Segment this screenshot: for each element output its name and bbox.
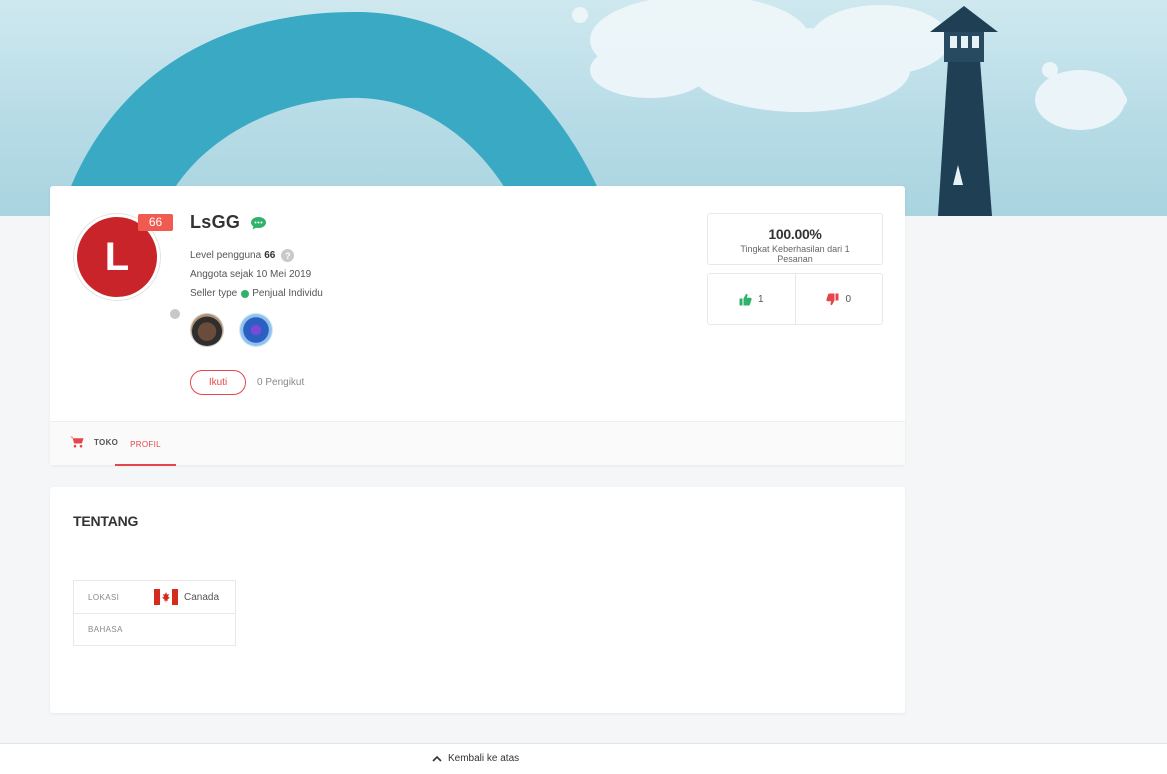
tab-profile[interactable]: PROFIL (115, 422, 176, 466)
question-icon[interactable]: ? (281, 249, 295, 262)
follow-button[interactable]: Ikuti (190, 370, 246, 395)
seller-type-value: Penjual Individu (252, 288, 323, 299)
user-level-line: Level pengguna 66 ? (190, 249, 295, 262)
tab-shop[interactable]: TOKO (70, 436, 118, 448)
language-label: BAHASA (88, 625, 123, 634)
about-card: TENTANG LOKASI Canada BAHASA (50, 487, 905, 713)
avatar-container: L 66 (74, 214, 182, 321)
page-footer: Kembali ke atas (0, 743, 1167, 774)
thumbs-down-cell: 0 (794, 274, 883, 324)
thumbs-up-count: 1 (757, 293, 764, 305)
seller-type-label: Seller type (190, 288, 238, 299)
seller-type-line: Seller type Penjual Individu (190, 288, 323, 299)
profile-card: L 66 LsGG Level pengguna 66 ? Anggota se… (50, 186, 905, 466)
back-to-top-link[interactable]: Kembali ke atas (432, 753, 519, 764)
level-badge: 66 (138, 214, 173, 231)
check-circle-icon (241, 289, 250, 298)
user-level-value: 66 (264, 250, 276, 261)
back-to-top-label: Kembali ke atas (448, 753, 520, 764)
chevron-up-icon (432, 755, 442, 762)
thumbs-down-icon (826, 293, 839, 305)
about-info-table: LOKASI Canada BAHASA (73, 580, 236, 646)
medal-icon-bronze[interactable] (191, 314, 223, 346)
success-rate-label: Tingkat Keberhasilan dari 1 Pesanan (740, 244, 850, 264)
canada-flag-icon (154, 589, 178, 605)
rating-box: 1 0 (707, 273, 883, 325)
language-row: BAHASA (74, 613, 235, 645)
location-label: LOKASI (88, 592, 120, 602)
username: LsGG (190, 212, 241, 232)
follower-count: 0 Pengikut (257, 377, 305, 388)
username-row: LsGG (190, 212, 267, 233)
profile-banner (0, 0, 1167, 216)
thumbs-down-count: 0 (845, 293, 852, 305)
success-rate: 100.00% (768, 226, 822, 242)
medal-icon-gem[interactable] (240, 314, 272, 346)
location-value: Canada (154, 589, 219, 605)
member-since: Anggota sejak 10 Mei 2019 (190, 269, 312, 280)
about-title: TENTANG (73, 513, 139, 529)
success-rate-box: 100.00% Tingkat Keberhasilan dari 1 Pesa… (707, 213, 883, 265)
online-status-dot (168, 307, 182, 321)
user-level-label: Level pengguna (190, 250, 262, 261)
thumbs-up-icon (739, 293, 752, 305)
profile-tabbar: TOKO PROFIL (50, 421, 905, 466)
chat-bubble-icon[interactable] (250, 216, 267, 230)
thumbs-up-cell: 1 (708, 274, 795, 324)
location-row: LOKASI Canada (74, 581, 235, 613)
cart-icon (70, 436, 84, 448)
banner-illustration (60, 0, 1127, 216)
banner-clouds (572, 0, 1127, 130)
location-country: Canada (184, 591, 220, 603)
